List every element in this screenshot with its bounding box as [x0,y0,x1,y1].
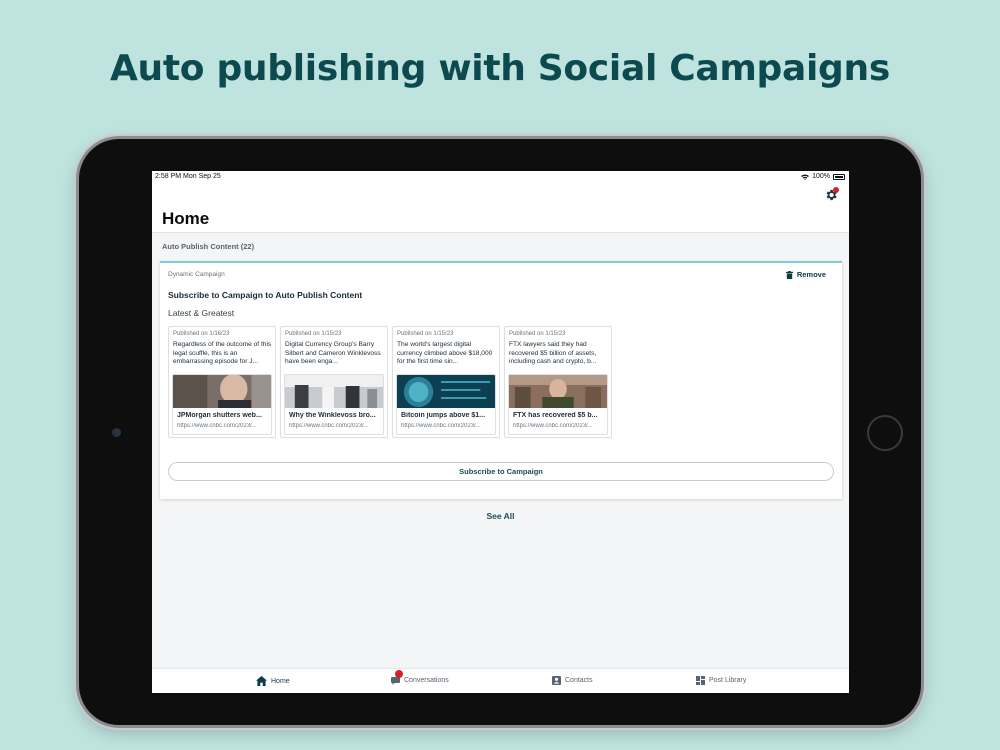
post-card[interactable]: Published on 1/15/23 Digital Currency Gr… [280,326,388,438]
contact-icon [552,676,561,685]
status-bar: 2:58 PM Mon Sep 25 100% [152,171,849,185]
post-url: https://www.cnbc.com/2023/... [401,423,481,429]
section-label: Auto Publish Content (22) [162,242,255,251]
trash-icon [785,270,793,279]
status-right: 100% [801,173,845,180]
remove-button[interactable]: Remove [785,270,826,279]
home-hardware-button[interactable] [867,415,903,451]
tab-label: Home [271,677,290,685]
tab-home[interactable]: Home [256,676,290,686]
page-title: Home [162,209,210,228]
campaign-subtitle: Latest & Greatest [168,308,235,318]
tab-label: Conversations [404,677,449,684]
tab-label: Post Library [709,677,747,684]
post-date: Published on 1/15/23 [285,331,342,337]
headline: Auto publishing with Social Campaigns [110,48,890,89]
campaign-title: Subscribe to Campaign to Auto Publish Co… [168,290,363,300]
home-icon [256,676,267,686]
tab-bar: Home Conversations Contacts Post Library [152,668,849,693]
post-thumbnail [173,375,271,408]
post-date: Published on 1/16/23 [173,331,230,337]
notification-badge [395,670,403,678]
tab-post-library[interactable]: Post Library [696,676,746,685]
tab-label: Contacts [565,677,593,684]
post-description: Digital Currency Group's Barry Silbert a… [285,341,381,365]
post-card[interactable]: Published on 1/15/23 The world's largest… [392,326,500,438]
tab-conversations[interactable]: Conversations [391,670,449,685]
remove-label: Remove [796,270,826,279]
post-title: Why the Winklevoss bro... [289,412,376,419]
battery-percent: 100% [812,173,830,180]
post-link-preview[interactable]: FTX has recovered $5 b... https://www.cn… [508,374,608,435]
post-thumbnail [285,375,383,408]
app-screen: 2:58 PM Mon Sep 25 100% Home Auto Publis… [152,171,849,693]
library-icon [696,676,705,685]
status-time: 2:58 PM Mon Sep 25 [155,173,221,180]
settings-button[interactable] [824,187,839,202]
post-description: Regardless of the outcome of this legal … [173,341,272,365]
tablet-frame: 2:58 PM Mon Sep 25 100% Home Auto Publis… [79,139,921,725]
post-description: The world's largest digital currency cli… [397,341,493,365]
post-date: Published on 1/15/23 [509,331,566,337]
tab-contacts[interactable]: Contacts [552,676,593,685]
post-url: https://www.cnbc.com/2023/... [177,423,257,429]
camera [112,428,121,437]
post-card[interactable]: Published on 1/16/23 Regardless of the o… [168,326,276,438]
post-link-preview[interactable]: Bitcoin jumps above $1... https://www.cn… [396,374,496,435]
see-all-link[interactable]: See All [152,511,849,521]
page-header: Home [152,185,849,233]
post-description: FTX lawyers said they had recovered $5 b… [509,341,597,365]
post-link-preview[interactable]: JPMorgan shutters web... https://www.cnb… [172,374,272,435]
campaign-card: Dynamic Campaign Remove Subscribe to Cam… [160,261,842,499]
post-url: https://www.cnbc.com/2023/... [289,423,369,429]
post-title: FTX has recovered $5 b... [513,412,598,419]
chat-icon [391,670,403,685]
post-list: Published on 1/16/23 Regardless of the o… [168,326,612,438]
subscribe-button[interactable]: Subscribe to Campaign [168,462,834,481]
notification-badge [833,187,839,193]
campaign-kind: Dynamic Campaign [168,271,225,278]
post-thumbnail [509,375,607,408]
post-date: Published on 1/15/23 [397,331,454,337]
post-thumbnail [397,375,495,408]
post-card[interactable]: Published on 1/15/23 FTX lawyers said th… [504,326,612,438]
post-url: https://www.cnbc.com/2023/... [513,423,593,429]
battery-icon [833,173,845,180]
wifi-icon [801,174,810,180]
post-title: Bitcoin jumps above $1... [401,412,486,419]
post-link-preview[interactable]: Why the Winklevoss bro... https://www.cn… [284,374,384,435]
post-title: JPMorgan shutters web... [177,412,262,419]
